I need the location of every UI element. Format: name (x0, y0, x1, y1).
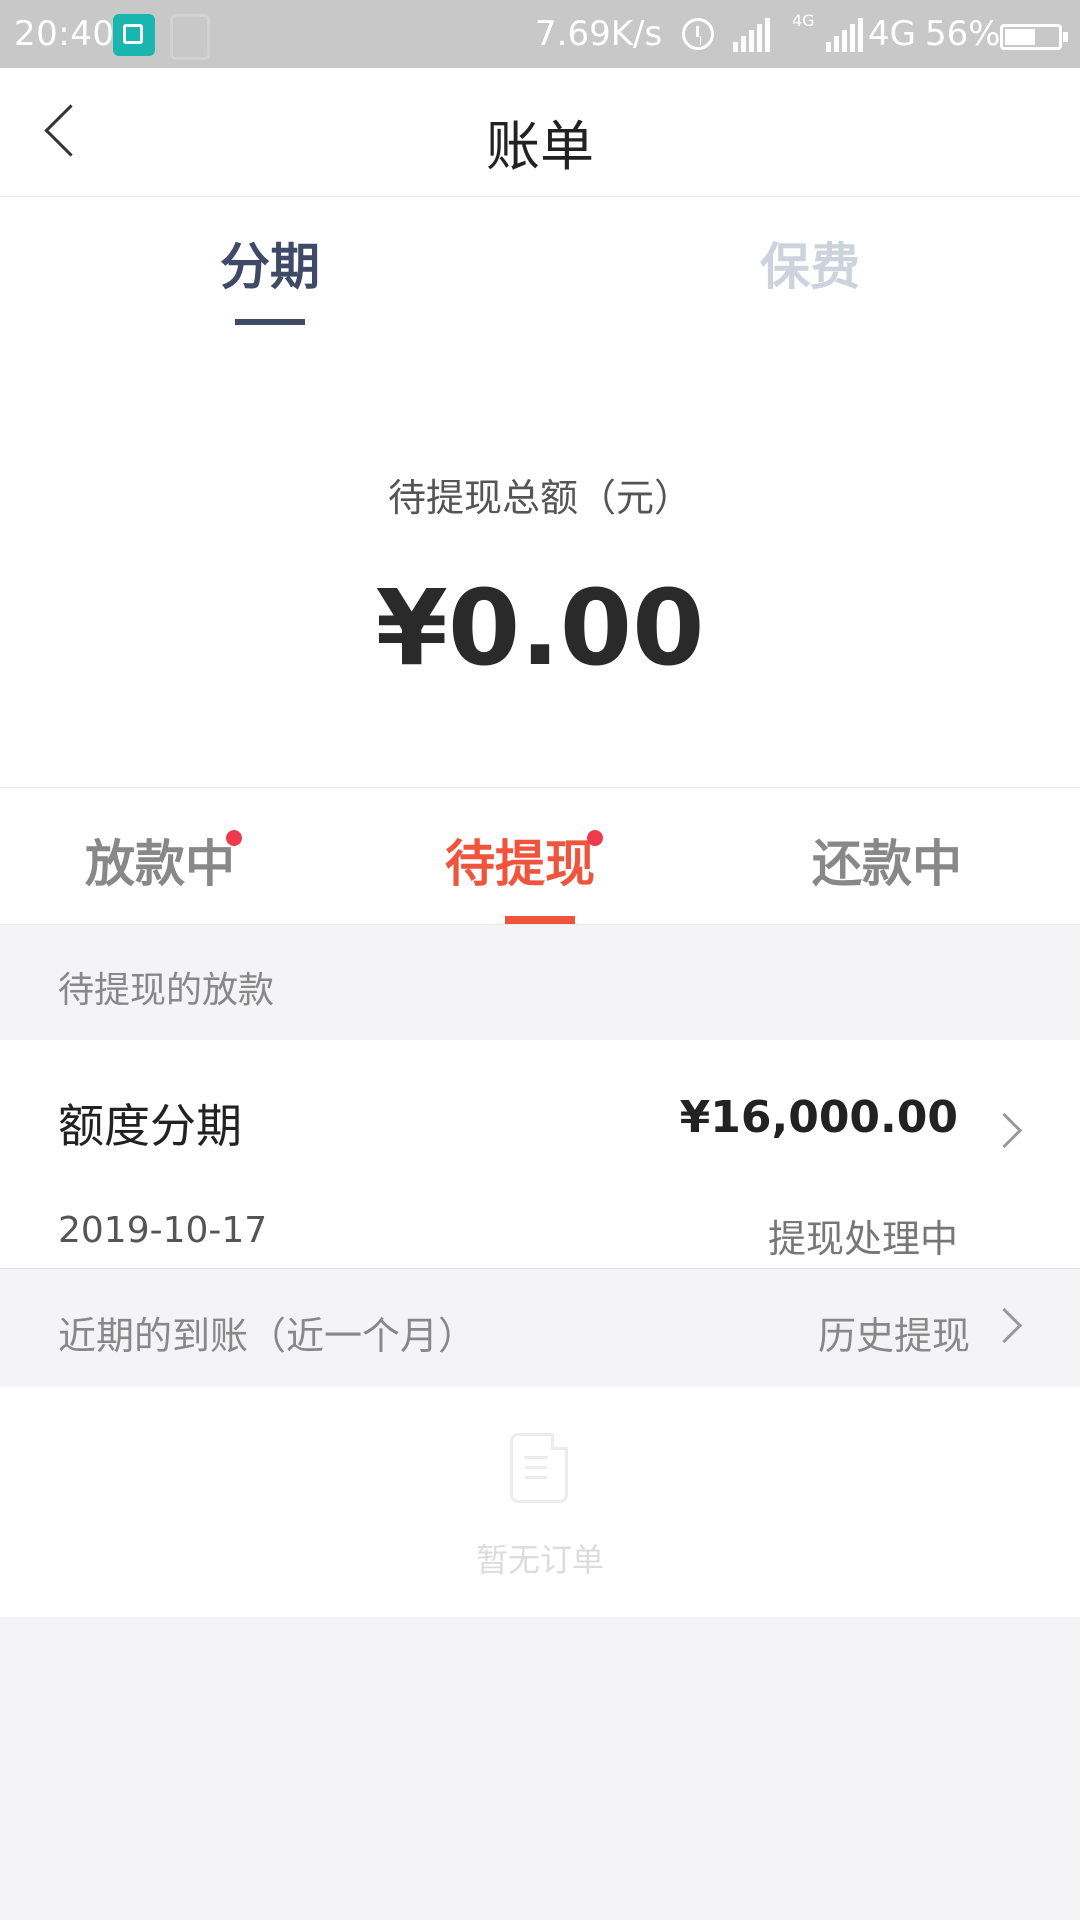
loan-item[interactable]: 额度分期 ¥16,000.00 2019-10-17 提现处理中 (0, 1040, 1080, 1269)
status-tabs: 放款中 待提现 还款中 (0, 788, 1080, 925)
section-title: 近期的到账（近一个月） (58, 1314, 477, 1358)
pending-section-header: 待提现的放款 (0, 925, 1080, 1040)
battery-icon (1000, 24, 1068, 50)
tab-installment[interactable]: 分期 (120, 227, 420, 299)
tab-repaying[interactable]: 还款中 (812, 824, 962, 896)
network-type: 4G (868, 14, 916, 54)
alarm-icon (682, 18, 714, 50)
signal-icon-2 (826, 18, 866, 52)
notification-dot (226, 830, 242, 846)
withdraw-summary: 待提现总额（元） ¥0.00 (0, 327, 1080, 788)
notification-icon (170, 14, 210, 60)
loan-amount: ¥16,000.00 (679, 1092, 958, 1143)
main-tabs: 分期 保费 (0, 197, 1080, 327)
signal-icon (733, 18, 773, 52)
tab-pending-withdraw[interactable]: 待提现 (445, 824, 595, 896)
summary-amount: ¥0.00 (375, 567, 705, 689)
status-time: 20:40 (14, 14, 115, 54)
network-speed: 7.69K/s (535, 14, 663, 54)
summary-label: 待提现总额（元） (387, 476, 692, 520)
notification-dot (587, 830, 603, 846)
loan-date: 2019-10-17 (58, 1210, 268, 1251)
small-network-label: 4G (792, 11, 815, 30)
tab-disbursing[interactable]: 放款中 (85, 824, 235, 896)
status-bar: 20:40 7.69K/s 4G 4G 56% (0, 0, 1080, 68)
section-title: 待提现的放款 (58, 970, 275, 1011)
loan-status: 提现处理中 (767, 1217, 958, 1261)
tab-premium[interactable]: 保费 (660, 227, 960, 299)
active-tab-indicator (235, 319, 305, 325)
nav-bar: 账单 (0, 68, 1080, 197)
document-icon (510, 1433, 568, 1503)
scan-icon (113, 14, 155, 56)
empty-state: 暂无订单 (0, 1387, 1080, 1617)
recent-section-header: 近期的到账（近一个月） 历史提现 (0, 1269, 1080, 1386)
chevron-right-icon[interactable] (986, 1307, 1023, 1344)
history-withdraw-link[interactable]: 历史提现 (818, 1305, 970, 1360)
page-title: 账单 (486, 115, 594, 178)
chevron-right-icon (986, 1112, 1023, 1149)
active-subtab-indicator (505, 916, 575, 924)
loan-name: 额度分期 (58, 1099, 242, 1153)
empty-text: 暂无订单 (475, 1541, 604, 1579)
battery-percent: 56% (925, 14, 1001, 54)
